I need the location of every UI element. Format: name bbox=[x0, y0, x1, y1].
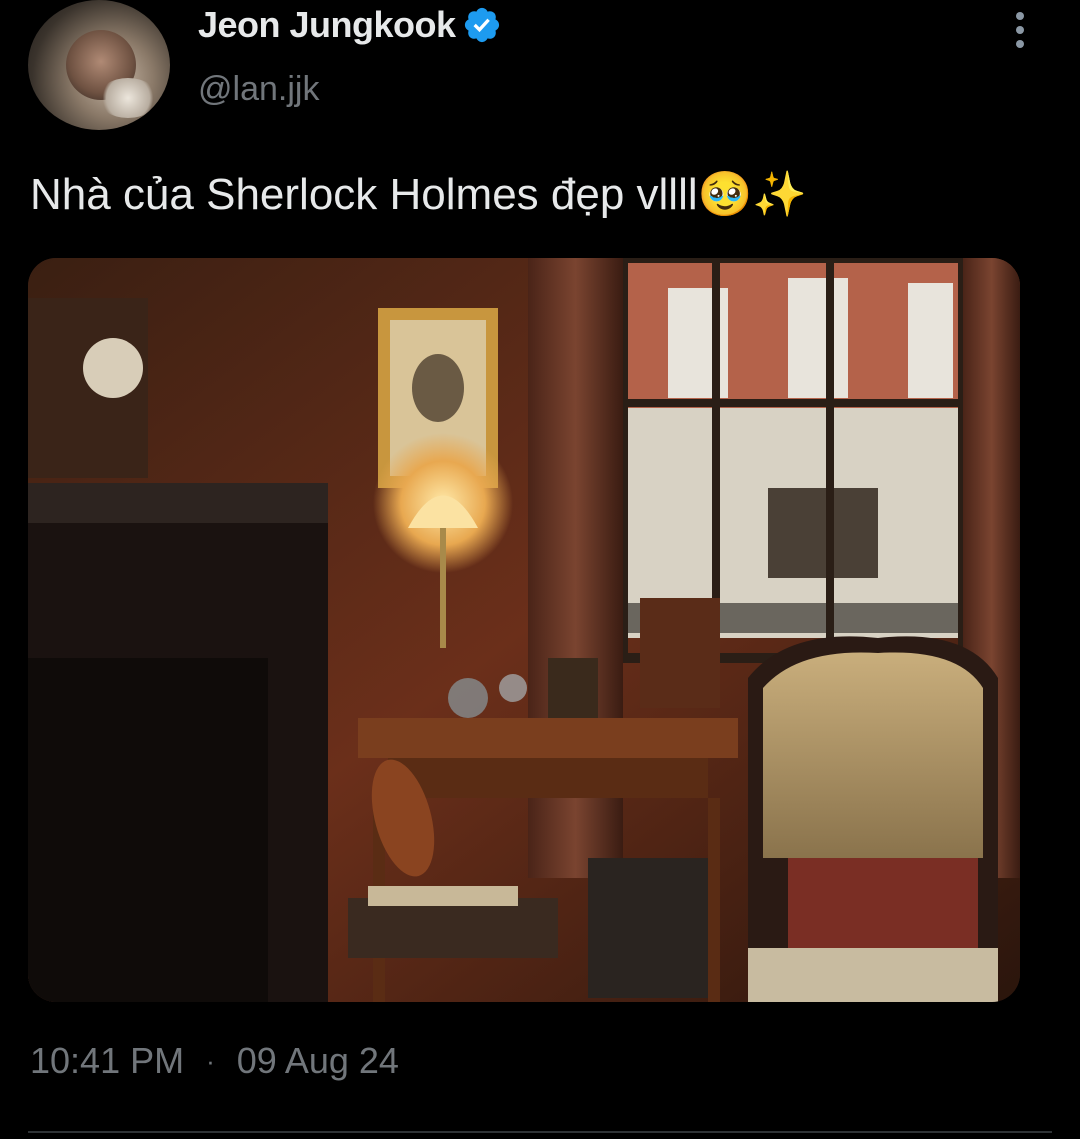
author-avatar[interactable] bbox=[28, 0, 170, 130]
meta-separator: · bbox=[206, 1045, 215, 1076]
tweet-time: 10:41 PM bbox=[30, 1040, 185, 1081]
author-name[interactable]: Jeon Jungkook bbox=[198, 4, 456, 46]
tweet-date: 09 Aug 24 bbox=[236, 1040, 399, 1081]
tweet-photo[interactable] bbox=[28, 258, 1020, 1002]
tweet-meta: 10:41 PM · 09 Aug 24 bbox=[30, 1040, 399, 1082]
author-name-row: Jeon Jungkook bbox=[198, 4, 502, 46]
author-handle[interactable]: @lan.jjk bbox=[198, 70, 319, 109]
more-options-icon[interactable] bbox=[1002, 12, 1038, 52]
tweet-text: Nhà của Sherlock Holmes đẹp vllll🥹✨ bbox=[30, 170, 808, 219]
verified-badge-icon bbox=[464, 7, 499, 43]
photo-image bbox=[28, 258, 1020, 1002]
avatar-flower bbox=[98, 78, 158, 118]
divider bbox=[28, 1131, 1052, 1133]
